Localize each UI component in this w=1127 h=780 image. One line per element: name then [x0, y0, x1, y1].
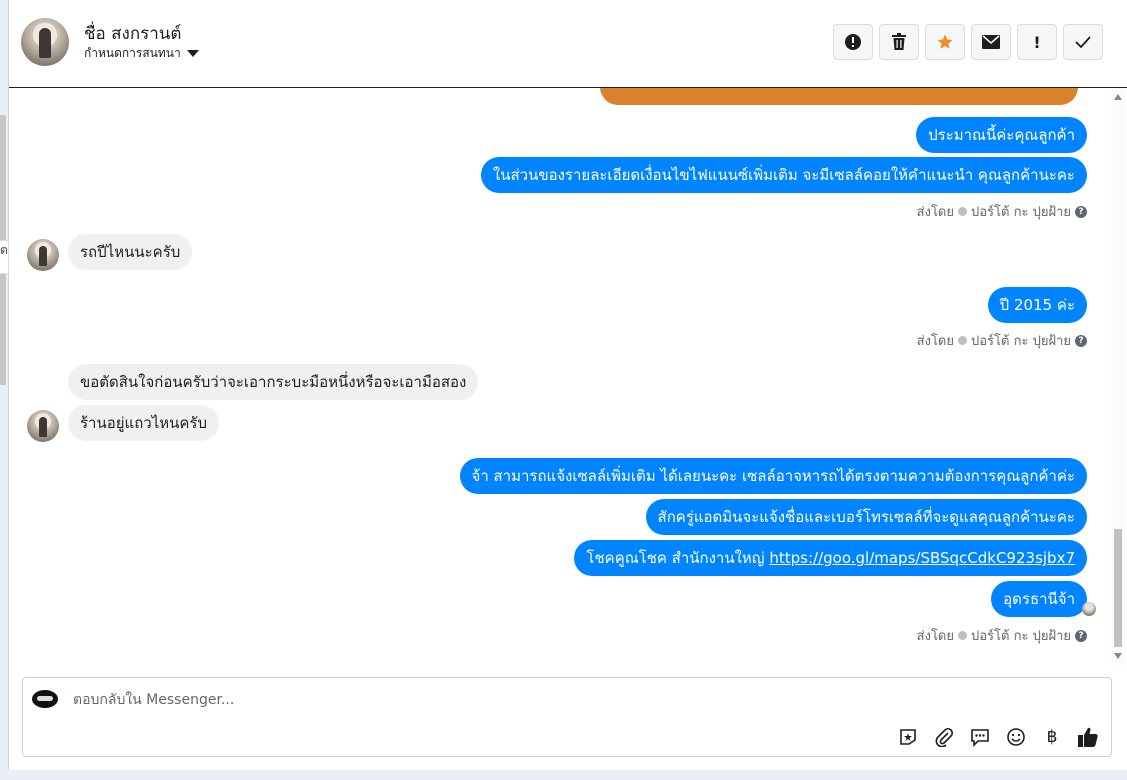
- page-logo: [32, 690, 58, 708]
- alert-circle-icon: [845, 34, 861, 50]
- avatar: [27, 239, 59, 271]
- scrollbar-thumb[interactable]: [1114, 529, 1122, 647]
- composer-tools: ฿: [897, 726, 1099, 748]
- mark-done-button[interactable]: [1063, 24, 1103, 60]
- seen-avatar: [1082, 602, 1096, 616]
- scrollbar[interactable]: [1111, 88, 1125, 665]
- schedule-label: กำหนดการสนทนา: [84, 46, 181, 60]
- avatar: [27, 410, 59, 442]
- sent-by-name[interactable]: ปอร์โต้ กะ ปุยฝ้าย: [971, 330, 1071, 351]
- baht-icon[interactable]: ฿: [1041, 726, 1063, 748]
- mark-spam-button[interactable]: [833, 24, 873, 60]
- sent-by-label: ส่งโดย: [916, 205, 954, 220]
- help-icon[interactable]: ?: [1075, 629, 1087, 642]
- envelope-icon: [982, 35, 1000, 49]
- mark-unread-button[interactable]: [971, 24, 1011, 60]
- like-icon[interactable]: [1077, 726, 1099, 748]
- sent-by-name[interactable]: ปอร์โต้ กะ ปุยฝ้าย: [971, 625, 1071, 646]
- exclamation-icon: !: [1033, 32, 1041, 52]
- sent-by-label: ส่งโดย: [916, 629, 954, 644]
- message-in: ร้านอยู่แถวไหนครับ: [68, 405, 220, 441]
- map-link[interactable]: https://goo.gl/maps/SBSqcCdkC923sjbx7: [769, 549, 1075, 567]
- scroll-down-arrow-icon[interactable]: [1114, 653, 1122, 659]
- check-badge-icon: [958, 631, 967, 640]
- schedule-dropdown[interactable]: กำหนดการสนทนา: [84, 44, 199, 63]
- saved-reply-icon[interactable]: [969, 726, 991, 748]
- trash-icon: [892, 33, 906, 50]
- star-icon: [937, 34, 953, 49]
- message-text: โชคคูณโชค สำนักงานใหญ่: [586, 549, 770, 567]
- sent-by-label: ส่งโดย: [916, 334, 954, 349]
- message-list[interactable]: ประมาณนี้ค่ะคุณลูกค้า ในส่วนของรายละเอีย…: [9, 88, 1127, 665]
- caret-down-icon: [186, 50, 199, 57]
- conversation-toolbar: !: [833, 24, 1103, 60]
- reply-composer: ฿: [22, 677, 1112, 757]
- help-icon[interactable]: ?: [1075, 334, 1087, 347]
- message-out: โชคคูณโชค สำนักงานใหญ่ https://goo.gl/ma…: [574, 540, 1087, 576]
- message-in: ขอตัดสินใจก่อนครับว่าจะเอากระบะมือหนึ่งห…: [68, 364, 479, 400]
- message-out: ในส่วนของรายละเอียดเงื่อนไขไฟแนนซ์เพิ่มเ…: [480, 157, 1087, 193]
- sent-by-name[interactable]: ปอร์โต้ กะ ปุยฝ้าย: [971, 201, 1071, 222]
- message-out: จ้า สามารถแจ้งเซลล์เพิ่มเติม ได้เลยนะคะ …: [459, 458, 1087, 494]
- delete-button[interactable]: [879, 24, 919, 60]
- follow-up-button[interactable]: !: [1017, 24, 1057, 60]
- check-badge-icon: [958, 207, 967, 216]
- message-out: ปี 2015 ค่ะ: [987, 287, 1087, 323]
- previous-message-bubble: [600, 88, 1078, 105]
- side-panel-edge[interactable]: ต: [0, 240, 9, 274]
- attachment-icon[interactable]: [933, 726, 955, 748]
- star-button[interactable]: [925, 24, 965, 60]
- message-in: รถปีไหนนะครับ: [68, 234, 193, 270]
- check-icon: [1075, 36, 1091, 48]
- message-out: สักครู่แอดมินจะแจ้งชื่อและเบอร์โทรเซลล์ท…: [645, 499, 1087, 535]
- contact-name[interactable]: ชื่อ สงกรานต์: [84, 20, 181, 47]
- check-badge-icon: [958, 336, 967, 345]
- scroll-up-arrow-icon[interactable]: [1114, 94, 1122, 100]
- avatar[interactable]: [21, 18, 69, 66]
- sticker-icon[interactable]: [897, 726, 919, 748]
- conversation-header: ชื่อ สงกรานต์ กำหนดการสนทนา !: [9, 0, 1127, 88]
- message-out: อุดรธานีจ้า: [991, 581, 1087, 617]
- message-out: ประมาณนี้ค่ะคุณลูกค้า: [916, 117, 1087, 153]
- emoji-icon[interactable]: [1005, 726, 1027, 748]
- conversation-panel: ชื่อ สงกรานต์ กำหนดการสนทนา ! ประมาณนี้ค…: [8, 0, 1127, 770]
- sent-by-row: ส่งโดย ปอร์โต้ กะ ปุยฝ้าย ?: [917, 201, 1087, 222]
- reply-input[interactable]: [71, 691, 875, 709]
- sent-by-row: ส่งโดย ปอร์โต้ กะ ปุยฝ้าย ?: [917, 330, 1087, 351]
- sent-by-row: ส่งโดย ปอร์โต้ กะ ปุยฝ้าย ?: [917, 625, 1087, 646]
- help-icon[interactable]: ?: [1075, 205, 1087, 218]
